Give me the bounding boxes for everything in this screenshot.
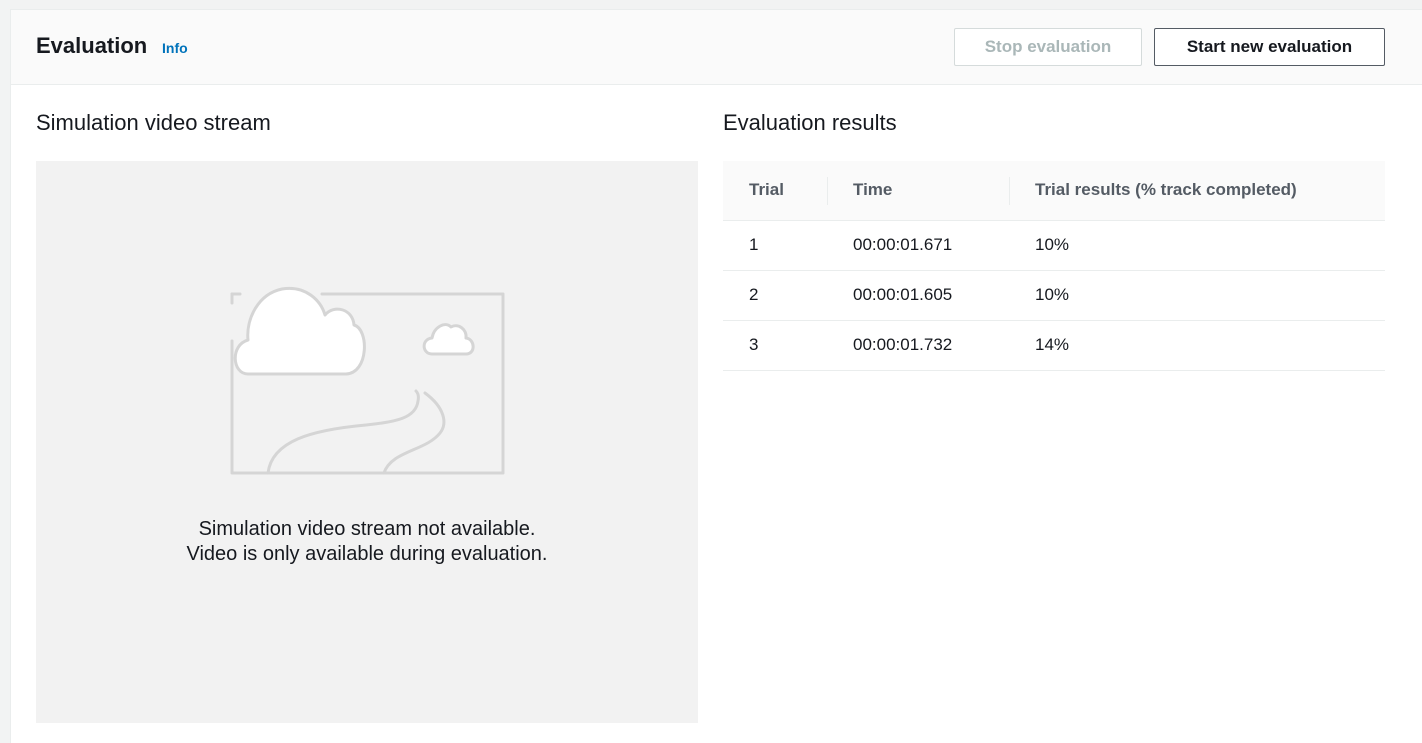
cell-time: 00:00:01.671 <box>827 220 1009 271</box>
cell-time: 00:00:01.732 <box>827 320 1009 371</box>
table-row: 3 00:00:01.732 14% <box>723 320 1385 371</box>
evaluation-panel: Evaluation Info Stop evaluation Start ne… <box>10 9 1422 743</box>
page-title: Evaluation <box>36 33 148 58</box>
evaluation-results-table: Trial Time Trial results (% track comple… <box>723 161 1385 371</box>
column-header-trial[interactable]: Trial <box>723 161 827 220</box>
cell-time: 00:00:01.605 <box>827 270 1009 321</box>
video-message-line2: Video is only available during evaluatio… <box>186 543 548 565</box>
cell-result: 14% <box>1009 320 1385 371</box>
cell-trial: 2 <box>723 270 827 321</box>
table-row: 1 00:00:01.671 10% <box>723 220 1385 271</box>
table-row: 2 00:00:01.605 10% <box>723 270 1385 321</box>
cell-trial: 3 <box>723 320 827 371</box>
landscape-placeholder-icon <box>230 286 505 475</box>
video-unavailable-message: Simulation video stream not available. V… <box>36 517 698 567</box>
results-section-title: Evaluation results <box>723 110 897 135</box>
video-message-line1: Simulation video stream not available. <box>198 518 536 540</box>
cell-result: 10% <box>1009 220 1385 271</box>
stop-evaluation-button[interactable]: Stop evaluation <box>954 28 1142 66</box>
video-placeholder: Simulation video stream not available. V… <box>36 161 698 723</box>
panel-header: Evaluation Info Stop evaluation Start ne… <box>11 10 1422 85</box>
column-header-time[interactable]: Time <box>827 161 1009 220</box>
cell-trial: 1 <box>723 220 827 271</box>
table-header-row: Trial Time Trial results (% track comple… <box>723 161 1385 220</box>
cell-result: 10% <box>1009 270 1385 321</box>
column-header-trial-results[interactable]: Trial results (% track completed) <box>1009 161 1385 220</box>
info-link[interactable]: Info <box>162 40 188 56</box>
start-new-evaluation-button[interactable]: Start new evaluation <box>1154 28 1385 66</box>
video-section-title: Simulation video stream <box>36 110 271 135</box>
